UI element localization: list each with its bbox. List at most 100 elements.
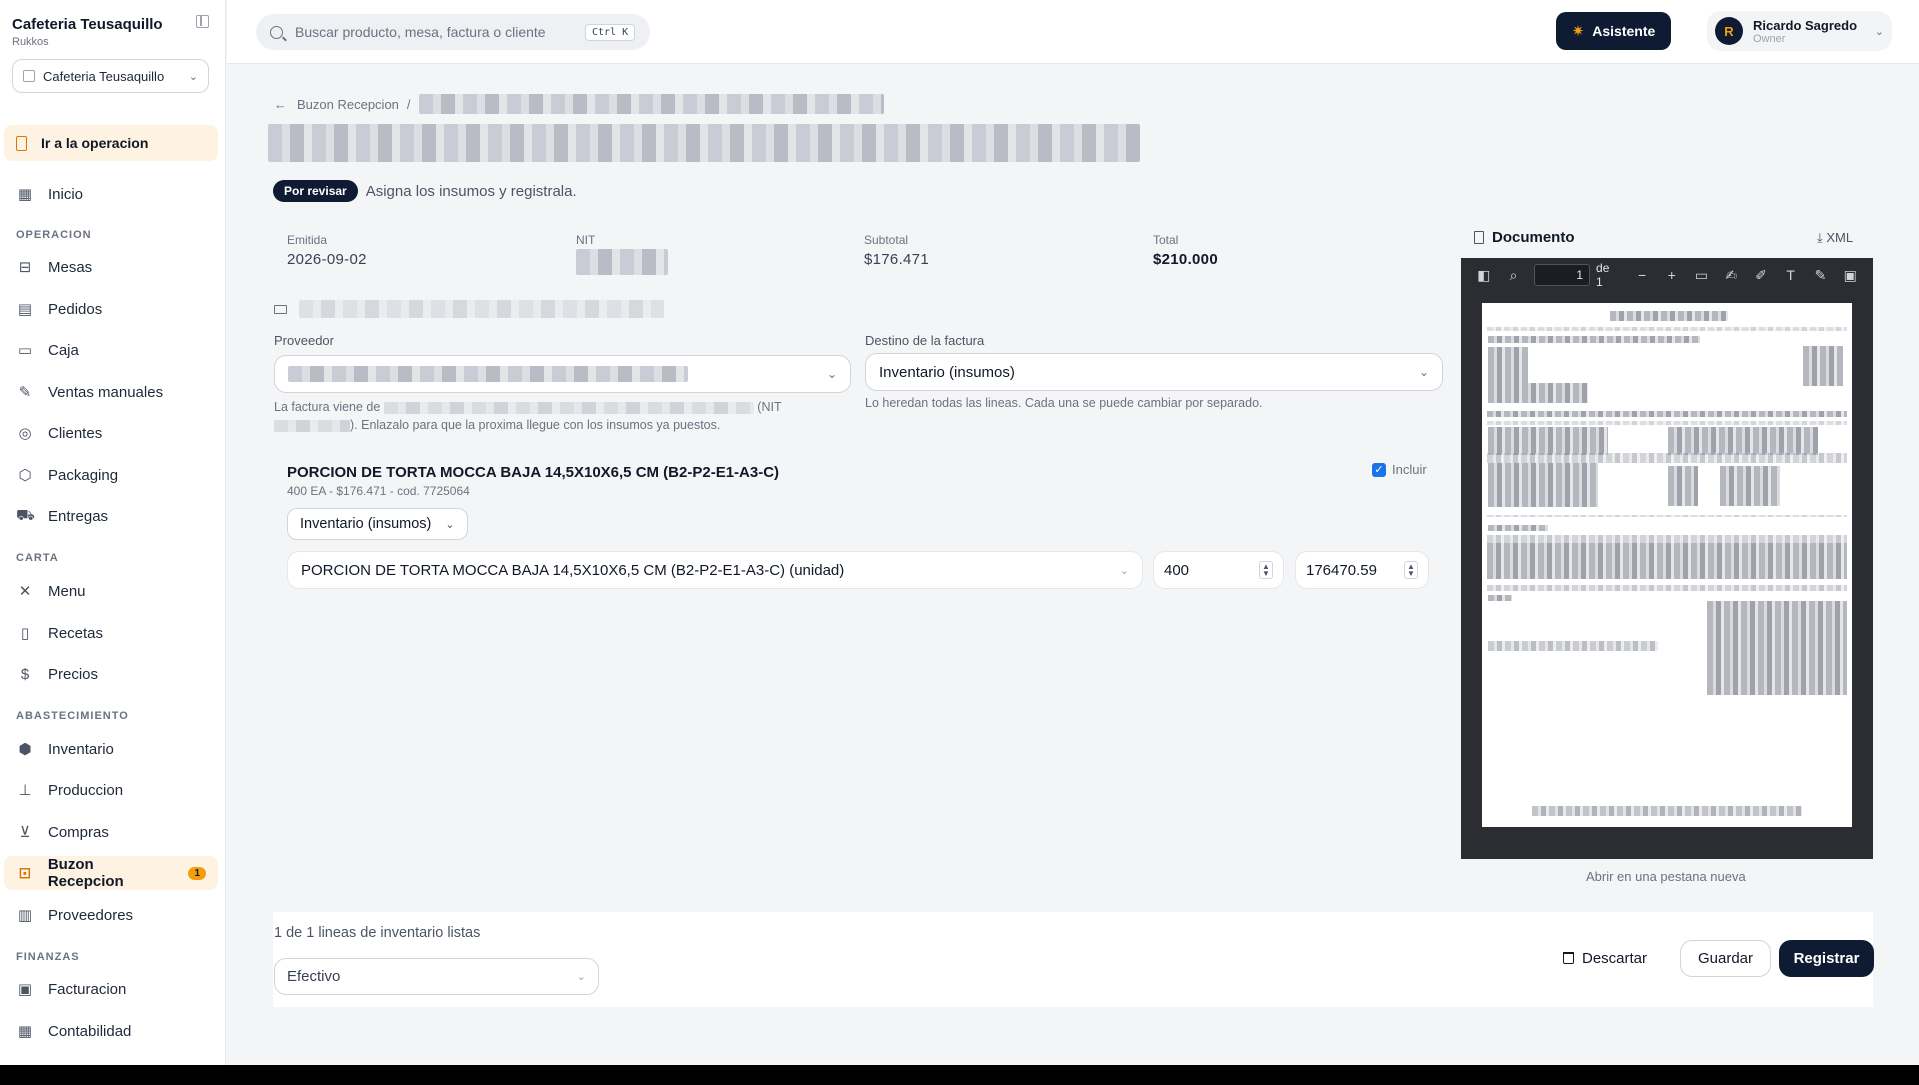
- open-new-tab-link[interactable]: Abrir en una pestana nueva: [1586, 869, 1746, 884]
- section-finanzas: FINANZAS: [16, 951, 80, 963]
- sidebar-item-packaging[interactable]: ⬡ Packaging: [4, 458, 218, 492]
- line-destination-select[interactable]: Inventario (insumos) ⌄: [287, 508, 468, 540]
- user-menu[interactable]: R Ricardo Sagredo Owner ⌄: [1707, 11, 1892, 51]
- status-description: Asigna los insumos y registrala.: [365, 182, 577, 200]
- sidebar-item-proveedores[interactable]: ▥ Proveedores: [4, 898, 218, 932]
- quantity-input[interactable]: 400 ▲ ▼: [1153, 551, 1284, 589]
- provider-help-text-1: La factura viene de: [274, 400, 381, 414]
- sign-icon[interactable]: ✍: [1716, 267, 1746, 284]
- user-circle-icon: ◎: [18, 425, 32, 442]
- sidebar-item-label: Contabilidad: [48, 1022, 132, 1040]
- checkmark-icon[interactable]: ✓: [1372, 462, 1386, 477]
- global-search[interactable]: Ctrl K: [256, 14, 650, 50]
- nit-field: NIT: [576, 233, 668, 275]
- sidebar-item-pedidos[interactable]: ▤ Pedidos: [4, 292, 218, 326]
- save-button[interactable]: Guardar: [1680, 940, 1771, 977]
- sidebar-item-inicio[interactable]: ▦ Inicio: [4, 177, 218, 211]
- sidebar-item-facturacion[interactable]: ▣ Facturacion: [4, 972, 218, 1006]
- pdf-toolbar: ◧ ⌕ 1 de 1 − + ▭ ✍ ✐ T ✎ ▣: [1461, 258, 1873, 292]
- user-info: Ricardo Sagredo Owner: [1753, 18, 1857, 45]
- cost-input[interactable]: 176470.59 ▲ ▼: [1295, 551, 1429, 589]
- zoom-out-icon[interactable]: −: [1627, 267, 1657, 283]
- sidebar-item-label: Pedidos: [48, 300, 103, 318]
- action-bar: 1 de 1 lineas de inventario listas Efect…: [273, 912, 1874, 1007]
- quantity-value: 400: [1164, 561, 1190, 579]
- section-carta: CARTA: [16, 552, 59, 564]
- xml-download-link[interactable]: ⤓ XML: [1817, 230, 1853, 246]
- user-name: Ricardo Sagredo: [1753, 17, 1858, 33]
- destination-select[interactable]: Inventario (insumos) ⌄: [865, 353, 1443, 391]
- sidebar-item-precios[interactable]: $ Precios: [4, 657, 218, 691]
- highlight-icon[interactable]: ✐: [1746, 267, 1776, 284]
- destination-label: Destino de la factura: [865, 333, 985, 348]
- include-checkbox[interactable]: ✓ Incluir: [1372, 462, 1427, 477]
- receipt-icon: ▣: [17, 981, 33, 998]
- cost-value: 176470.59: [1306, 561, 1377, 579]
- factory-icon: ⊥: [18, 782, 32, 799]
- goto-operation-button[interactable]: Ir a la operacion: [4, 125, 218, 161]
- discard-label: Descartar: [1582, 949, 1648, 967]
- stepper-icon[interactable]: ▲ ▼: [1259, 561, 1273, 579]
- assistant-button[interactable]: ✷ Asistente: [1556, 12, 1671, 50]
- pdf-viewer[interactable]: ◧ ⌕ 1 de 1 − + ▭ ✍ ✐ T ✎ ▣: [1461, 258, 1873, 859]
- document-title: Documento: [1492, 229, 1575, 246]
- search-icon[interactable]: ⌕: [1499, 267, 1529, 284]
- stepper-icon[interactable]: ▲ ▼: [1404, 561, 1418, 579]
- chevron-down-icon: ⌄: [188, 70, 198, 83]
- sidebar-item-label: Clientes: [48, 424, 103, 442]
- sidebar-item-menu[interactable]: ✕ Menu: [4, 574, 218, 608]
- sidebar-item-ventas-manuales[interactable]: ✎ Ventas manuales: [4, 375, 218, 409]
- sidebar-item-recetas[interactable]: ▯ Recetas: [4, 616, 218, 650]
- sidebar-item-inventario[interactable]: ⬢ Inventario: [4, 732, 218, 766]
- sidebar-item-contabilidad[interactable]: ▦ Contabilidad: [4, 1014, 218, 1048]
- provider-label: Proveedor: [274, 333, 334, 348]
- brand: Cafeteria Teusaquillo Rukkos: [12, 16, 163, 48]
- draw-icon[interactable]: ✎: [1806, 267, 1836, 284]
- text-icon[interactable]: T: [1776, 267, 1806, 283]
- sidebar-item-label: Compras: [48, 823, 109, 841]
- sidebar-item-label: Facturacion: [48, 980, 127, 998]
- section-operacion: OPERACION: [16, 229, 92, 241]
- goto-operation-label: Ir a la operacion: [41, 135, 149, 151]
- tablet-icon: [16, 135, 27, 151]
- sidebar-toggle-icon[interactable]: ◧: [1469, 267, 1499, 284]
- sidebar-item-mesas[interactable]: ⊟ Mesas: [4, 250, 218, 284]
- sidebar-item-label: Caja: [48, 341, 79, 359]
- breadcrumb-parent-link[interactable]: Buzon Recepcion: [297, 97, 399, 112]
- status-row: Por revisar Asigna los insumos y registr…: [273, 180, 577, 202]
- product-match-select[interactable]: PORCION DE TORTA MOCCA BAJA 14,5X10X6,5 …: [287, 551, 1143, 589]
- page-count: de 1: [1596, 261, 1610, 289]
- sidebar-toggle-icon[interactable]: [196, 15, 209, 28]
- zoom-in-icon[interactable]: +: [1657, 267, 1687, 283]
- image-icon[interactable]: ▣: [1835, 267, 1865, 284]
- avatar: R: [1715, 17, 1743, 45]
- search-input[interactable]: [295, 24, 585, 40]
- sidebar-item-clientes[interactable]: ◎ Clientes: [4, 416, 218, 450]
- screen-bottom-edge: [0, 1065, 1919, 1085]
- sidebar-item-label: Inicio: [48, 185, 84, 203]
- issued-value: 2026-09-02: [287, 251, 367, 268]
- package-icon: ⬡: [18, 467, 32, 484]
- org-select[interactable]: Cafeteria Teusaquillo ⌄: [12, 59, 209, 93]
- utensils-icon: ✕: [18, 583, 32, 600]
- sidebar-item-label: Mesas: [48, 258, 93, 276]
- sidebar-item-label: Packaging: [48, 466, 119, 484]
- line-item-subtitle: 400 EA - $176.471 - cod. 7725064: [287, 484, 470, 498]
- discard-button[interactable]: Descartar: [1563, 940, 1647, 976]
- store-icon: [23, 70, 35, 82]
- provider-select[interactable]: ⌄: [274, 355, 851, 393]
- sidebar-item-caja[interactable]: ▭ Caja: [4, 333, 218, 367]
- arrow-left-icon[interactable]: ←: [274, 97, 287, 112]
- register-button[interactable]: Registrar: [1779, 940, 1874, 977]
- sidebar-item-produccion[interactable]: ⊥ Produccion: [4, 773, 218, 807]
- page-number-input[interactable]: 1: [1534, 264, 1591, 286]
- sidebar-item-buzon-recepcion[interactable]: ⊡ Buzon Recepcion 1: [4, 856, 218, 890]
- sidebar-item-entregas[interactable]: ⛟ Entregas: [4, 499, 218, 533]
- comment-icon[interactable]: ▭: [1687, 267, 1717, 284]
- payment-method-select[interactable]: Efectivo ⌄: [274, 958, 599, 995]
- subtotal-label: Subtotal: [864, 233, 909, 247]
- sidebar-item-label: Inventario: [48, 740, 114, 758]
- trash-icon: [1563, 952, 1574, 964]
- sidebar-item-compras[interactable]: ⊻ Compras: [4, 815, 218, 849]
- sidebar-item-label: Precios: [48, 665, 99, 683]
